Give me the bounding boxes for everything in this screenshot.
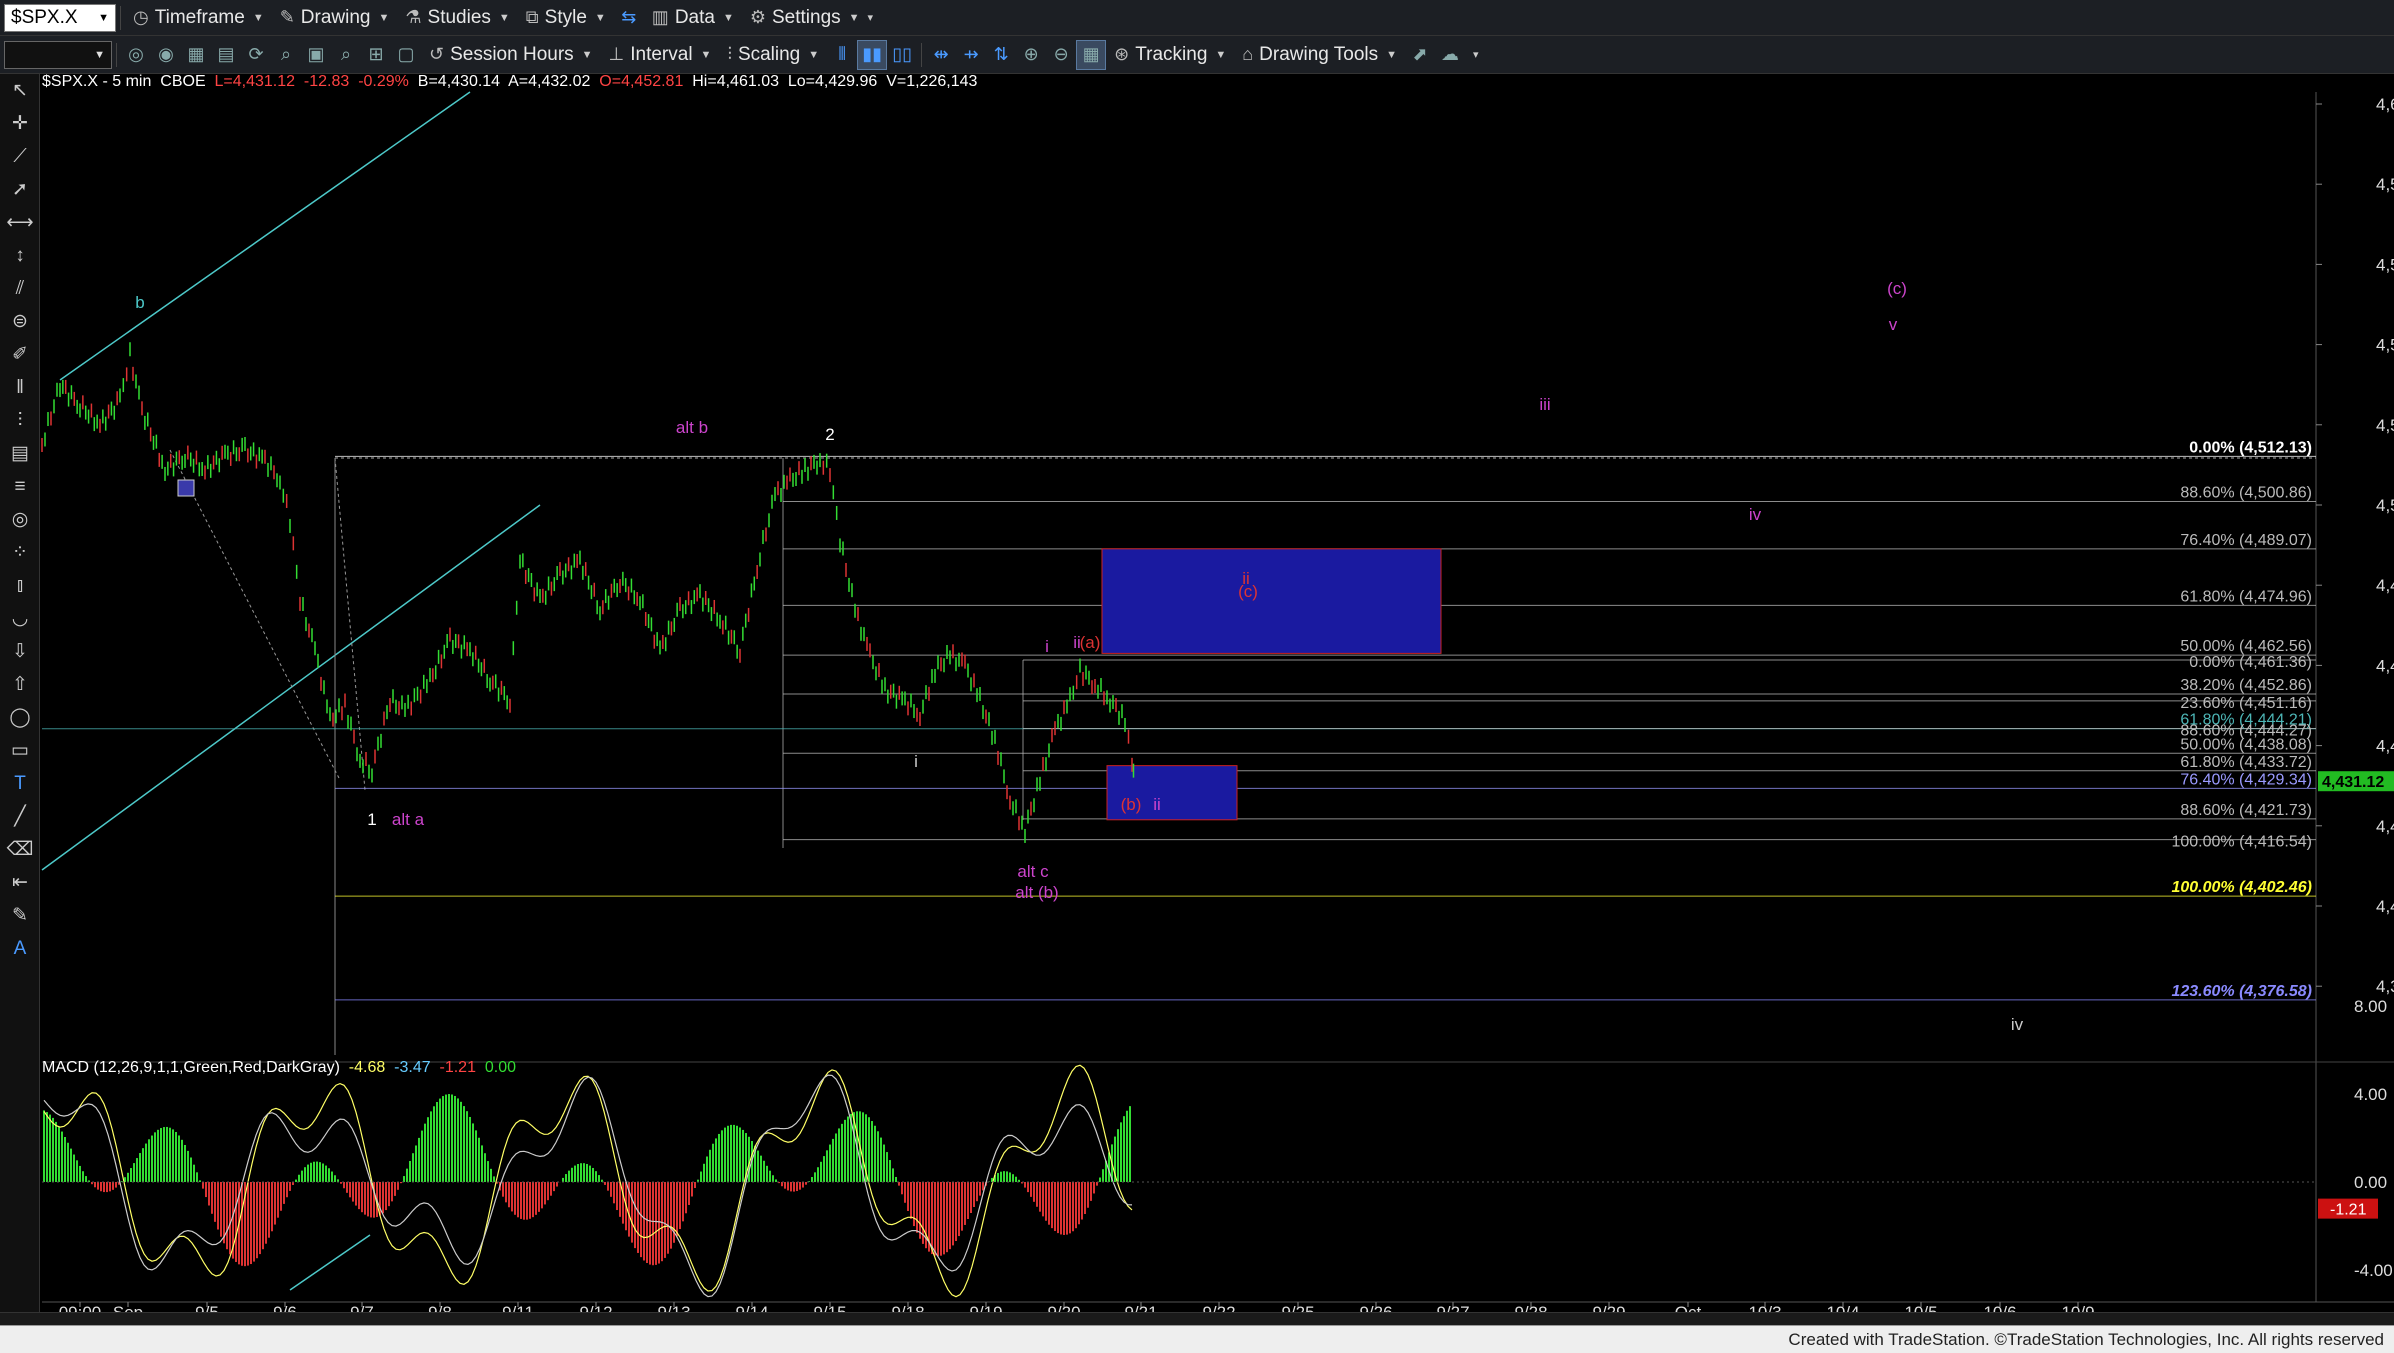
fib-level-label: 76.40% (4,489.07) xyxy=(2180,532,2312,549)
target-box-upper xyxy=(1101,548,1442,654)
wave-label: i xyxy=(1045,637,1049,656)
info-ask: A=4,432.02 xyxy=(508,73,591,90)
copyright-text: Created with TradeStation. ©TradeStation… xyxy=(1788,1330,2384,1349)
info-open: O=4,452.81 xyxy=(599,73,684,90)
chart-canvas[interactable]: 4,600.00 4,580.00 4,560.00 4,540.00 4,520.00… xyxy=(0,0,2394,1325)
macd-value: -4.68 xyxy=(348,1059,386,1076)
info-high: Hi=4,461.03 xyxy=(692,73,779,90)
fib-level-label: 50.00% (4,462.56) xyxy=(2180,638,2312,655)
price-tick-label: 4,580.00 xyxy=(2376,175,2394,194)
wave-label: (a) xyxy=(1080,633,1101,652)
macd-label: MACD (12,26,9,1,1,Green,Red,DarkGray) xyxy=(42,1059,340,1076)
wave-label: i xyxy=(914,752,918,771)
macd-info-line: MACD (12,26,9,1,1,Green,Red,DarkGray) -4… xyxy=(42,1059,516,1077)
fib-level-label: 23.60% (4,451.16) xyxy=(2180,695,2312,712)
info-symbol: $SPX.X - 5 min xyxy=(42,73,152,90)
wave-label: (b) xyxy=(1121,795,1142,814)
price-tick-label: 4,560.00 xyxy=(2376,255,2394,274)
info-volume: V=1,226,143 xyxy=(886,73,978,90)
wave-label: iii xyxy=(1539,395,1550,414)
wave-label: ii xyxy=(1153,795,1161,814)
price-tick-label: 4,600.00 xyxy=(2376,95,2394,114)
price-tick-label: 4,380.00 xyxy=(2376,977,2394,996)
info-last: L=4,431.12 xyxy=(214,73,296,90)
fib-level-label: 88.60% (4,500.86) xyxy=(2180,485,2312,502)
macd-tick-label: 8.00 xyxy=(2354,997,2387,1016)
fib-level-label: 0.00% (4,461.36) xyxy=(2189,654,2312,671)
fib-level-label: 123.60% (4,376.58) xyxy=(2171,983,2312,1000)
macd-trend-line xyxy=(289,1234,371,1291)
wave-label: (c) xyxy=(1887,279,1907,298)
price-tick-label: 4,500.00 xyxy=(2376,496,2394,515)
price-tick-label: 4,400.00 xyxy=(2376,897,2394,916)
footer-bar: Created with TradeStation. ©TradeStation… xyxy=(0,1325,2394,1353)
last-price-tag: 4,431.12 xyxy=(2322,774,2384,791)
symbol-info-line: $SPX.X - 5 min CBOE L=4,431.12 -12.83 -0… xyxy=(42,73,977,91)
price-tick-label: 4,460.00 xyxy=(2376,656,2394,675)
fib-level-label: 100.00% (4,402.46) xyxy=(2171,879,2312,896)
info-bid: B=4,430.14 xyxy=(417,73,501,90)
wave-label: alt a xyxy=(392,810,425,829)
fib-level-label: 100.00% (4,416.54) xyxy=(2171,834,2312,851)
wave-label: b xyxy=(135,293,144,312)
wave-label: alt b xyxy=(676,418,708,437)
horizontal-scrollbar[interactable] xyxy=(0,1312,2394,1325)
macd-signal: -3.47 xyxy=(394,1059,431,1076)
wave-label: iv xyxy=(2011,1015,2024,1034)
fib-level-label: 88.60% (4,421.73) xyxy=(2180,802,2312,819)
wave-label: v xyxy=(1889,315,1898,334)
macd-tick-label: -4.00 xyxy=(2354,1261,2393,1280)
dotted-fib-line xyxy=(169,449,341,781)
info-percent: -0.29% xyxy=(358,73,409,90)
fib-level-label: 76.40% (4,429.34) xyxy=(2180,771,2312,788)
fib-level-label: 61.80% (4,433.72) xyxy=(2180,754,2312,771)
trend-line-upper xyxy=(59,91,471,381)
info-low: Lo=4,429.96 xyxy=(787,73,878,90)
price-tick-label: 4,520.00 xyxy=(2376,416,2394,435)
trend-line-lower xyxy=(41,504,541,871)
info-change: -12.83 xyxy=(303,73,350,90)
price-tick-label: 4,420.00 xyxy=(2376,817,2394,836)
macd-tag: -1.21 xyxy=(2330,1202,2367,1219)
macd-tick-label: 4.00 xyxy=(2354,1085,2387,1104)
info-exchange: CBOE xyxy=(160,73,206,90)
price-tick-label: 4,540.00 xyxy=(2376,336,2394,355)
price-tick-label: 4,480.00 xyxy=(2376,576,2394,595)
wave-label: (c) xyxy=(1238,582,1258,601)
marker-square xyxy=(177,479,195,497)
fib-level-label: 38.20% (4,452.86) xyxy=(2180,677,2312,694)
fib-level-label: 61.80% (4,474.96) xyxy=(2180,588,2312,605)
macd-hist: -1.21 xyxy=(439,1059,476,1076)
wave-label: 1 xyxy=(367,810,376,829)
fib-level-label: 50.00% (4,438.08) xyxy=(2180,736,2312,753)
wave-label: alt (b) xyxy=(1015,883,1058,902)
dotted-fib-line xyxy=(334,457,366,791)
macd-zero: 0.00 xyxy=(484,1059,516,1076)
price-tick-label: 4,440.00 xyxy=(2376,737,2394,756)
macd-tick-label: 0.00 xyxy=(2354,1173,2387,1192)
wave-label: iv xyxy=(1749,505,1762,524)
wave-label: alt c xyxy=(1017,862,1049,881)
wave-label: 2 xyxy=(825,425,834,444)
fib-level-label: 0.00% (4,512.13) xyxy=(2189,439,2312,456)
